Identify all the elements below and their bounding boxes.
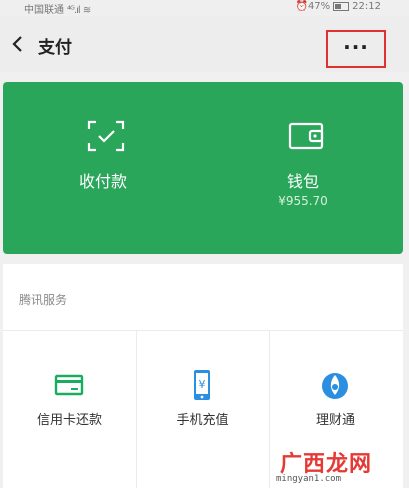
wifi-icon: ≋	[82, 5, 92, 16]
wallet-icon	[288, 122, 324, 150]
battery-icon	[333, 1, 350, 11]
licaitong-button[interactable]: 理财通	[269, 331, 402, 488]
clock: 22:12	[352, 1, 381, 12]
status-left: 中国联通 ⁴ᴳ.ıl ≋	[24, 1, 91, 16]
nav-header: 支付 ···	[0, 16, 409, 72]
wallet-card: 收付款 钱包 ¥955.70	[3, 82, 403, 254]
status-right: ⏰47% 22:12	[295, 1, 381, 12]
carrier-label: 中国联通	[24, 5, 64, 16]
credit-card-icon	[54, 374, 84, 396]
service-label: 理财通	[315, 413, 355, 428]
receive-pay-label: 收付款	[78, 172, 127, 191]
credit-card-repay-button[interactable]: 信用卡还款	[3, 331, 136, 488]
scan-check-icon	[87, 120, 125, 152]
phone-recharge-button[interactable]: ¥ 手机充值	[136, 331, 269, 488]
signal-icon: ⁴ᴳ.ıl	[67, 5, 81, 16]
status-bar: 中国联通 ⁴ᴳ.ıl ≋ ⏰47% 22:12	[0, 0, 409, 16]
receive-pay-button[interactable]: 收付款	[3, 82, 203, 254]
more-icon: ···	[343, 35, 369, 59]
back-button[interactable]	[6, 30, 30, 58]
wallet-balance: ¥955.70	[278, 194, 328, 208]
licaitong-icon	[322, 373, 348, 399]
wallet-label: 钱包	[286, 172, 319, 191]
alarm-icon: ⏰	[295, 1, 308, 12]
wallet-button[interactable]: 钱包 ¥955.70	[203, 82, 403, 254]
tencent-services-panel: 腾讯服务 信用卡还款 ¥ 手机充值 理财通	[3, 264, 403, 488]
service-label: 手机充值	[176, 413, 229, 428]
battery-percent: 47%	[307, 1, 331, 12]
service-label: 信用卡还款	[36, 413, 102, 428]
phone-recharge-icon: ¥	[194, 370, 210, 400]
section-title: 腾讯服务	[19, 293, 68, 307]
more-menu-button[interactable]: ···	[326, 30, 386, 68]
chevron-left-icon	[12, 36, 22, 52]
svg-text:¥: ¥	[199, 378, 206, 391]
page-title: 支付	[38, 38, 72, 58]
